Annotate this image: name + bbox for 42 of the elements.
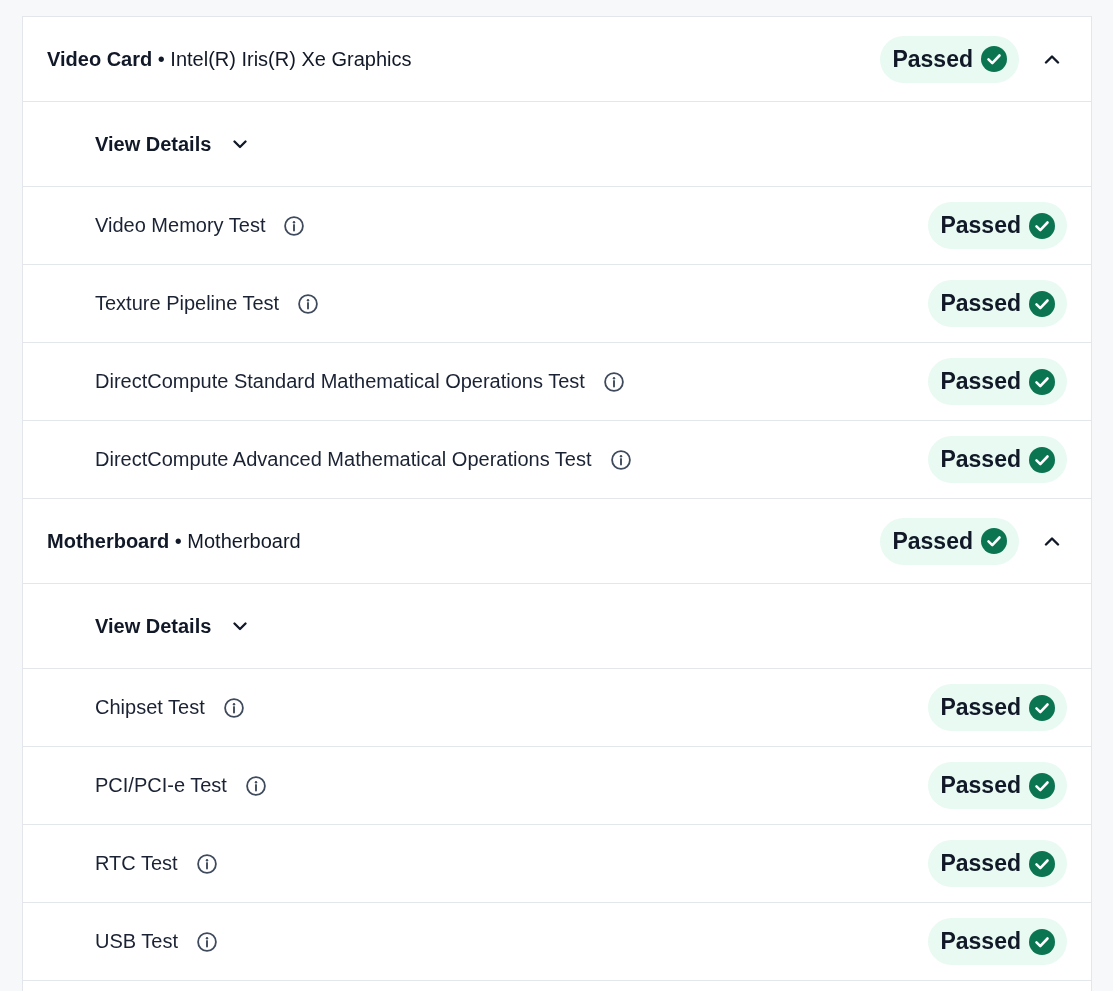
status-label: Passed	[940, 446, 1021, 473]
view-details-button[interactable]: View Details	[95, 132, 248, 156]
test-name: USB Test	[95, 930, 178, 953]
test-name: DirectCompute Advanced Mathematical Operations Test	[95, 448, 592, 471]
caret-up-icon[interactable]	[1044, 54, 1060, 64]
check-circle-icon	[1029, 368, 1055, 395]
check-circle-icon	[1029, 928, 1055, 955]
check-circle-icon	[1029, 772, 1055, 799]
section-title: Video Card • Intel(R) Iris(R) Xe Graphics	[47, 47, 413, 71]
info-icon[interactable]	[298, 293, 319, 314]
view-details-button[interactable]: View Details	[95, 614, 248, 638]
section-title: Motherboard • Motherboard	[47, 529, 302, 553]
status-label: Passed	[892, 527, 973, 555]
status-label: Passed	[940, 212, 1021, 239]
check-circle-icon	[1029, 212, 1055, 239]
info-icon[interactable]	[245, 775, 266, 796]
info-icon[interactable]	[196, 853, 217, 874]
check-circle-icon	[1029, 446, 1055, 473]
status-label: Passed	[940, 850, 1021, 877]
check-circle-icon	[1029, 850, 1055, 877]
test-name: Video Memory Test	[95, 214, 266, 237]
check-circle-icon	[1029, 694, 1055, 721]
check-circle-icon	[981, 528, 1007, 554]
status-label: Passed	[940, 290, 1021, 317]
status-label: Passed	[892, 45, 973, 73]
status-label: Passed	[940, 928, 1021, 955]
caret-up-icon[interactable]	[1044, 536, 1060, 546]
check-circle-icon	[1029, 290, 1055, 317]
test-name: Texture Pipeline Test	[95, 292, 280, 315]
info-icon[interactable]	[223, 697, 244, 718]
check-circle-icon	[981, 46, 1007, 72]
status-label: Passed	[940, 694, 1021, 721]
test-name: RTC Test	[95, 852, 178, 875]
test-name: Chipset Test	[95, 696, 205, 719]
info-icon[interactable]	[284, 215, 305, 236]
info-icon[interactable]	[603, 371, 624, 392]
test-name: DirectCompute Standard Mathematical Operations Test	[95, 370, 585, 393]
info-icon[interactable]	[610, 449, 631, 470]
test-name: PCI/PCI-e Test	[95, 774, 227, 797]
status-label: Passed	[940, 772, 1021, 799]
info-icon[interactable]	[197, 931, 217, 952]
status-label: Passed	[940, 368, 1021, 395]
